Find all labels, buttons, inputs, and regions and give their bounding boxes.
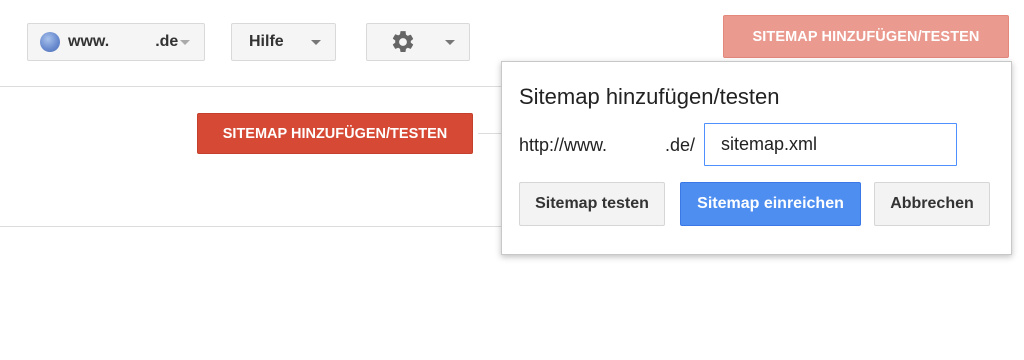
site-tld-label: .de	[155, 33, 179, 50]
site-domain-label: www.	[68, 33, 110, 50]
dialog-title: Sitemap hinzufügen/testen	[519, 84, 780, 109]
help-button[interactable]: Hilfe	[231, 23, 336, 61]
header-divider	[0, 86, 501, 87]
add-sitemap-button[interactable]: SITEMAP HINZUFÜGEN/TESTEN	[197, 113, 473, 154]
chevron-down-icon	[180, 40, 190, 45]
page: www. .de Hilfe SITEMAP HINZUFÜGEN/TESTEN…	[0, 0, 1024, 360]
site-selector-button[interactable]: www. .de	[27, 23, 205, 61]
settings-button[interactable]	[366, 23, 470, 61]
content-divider	[0, 226, 501, 227]
connector-line	[478, 133, 501, 134]
cancel-button[interactable]: Abbrechen	[874, 182, 990, 226]
chevron-down-icon	[445, 40, 455, 45]
chevron-down-icon	[311, 40, 321, 45]
add-sitemap-dialog: Sitemap hinzufügen/testen http://www. .d…	[501, 61, 1012, 255]
sitemap-path-input[interactable]	[704, 123, 957, 166]
submit-sitemap-button[interactable]: Sitemap einreichen	[680, 182, 861, 226]
url-prefix: http://www.	[519, 135, 608, 155]
test-sitemap-button[interactable]: Sitemap testen	[519, 182, 665, 226]
help-label: Hilfe	[249, 33, 284, 50]
gear-icon	[392, 31, 414, 52]
url-suffix: .de/	[665, 135, 696, 155]
top-add-sitemap-button[interactable]: SITEMAP HINZUFÜGEN/TESTEN	[723, 15, 1009, 58]
globe-icon	[40, 32, 60, 52]
